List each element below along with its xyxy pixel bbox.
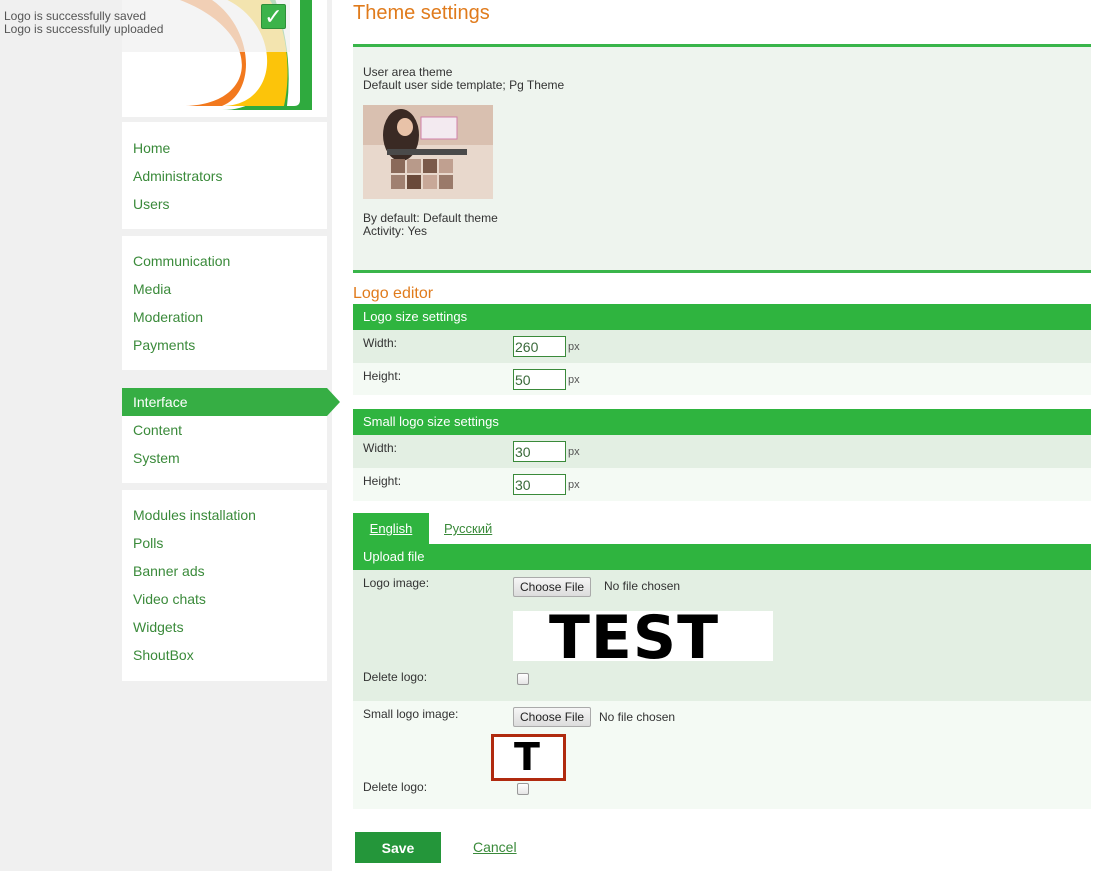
sidebar-item-system[interactable]: System: [122, 444, 327, 472]
sidebar-group-interface: Interface Content System: [122, 388, 340, 483]
delete-logo-label: Delete logo:: [363, 670, 428, 684]
px-unit: px: [568, 374, 580, 386]
logo-height-row: Height: px: [353, 363, 1091, 395]
theme-info-panel: User area theme Default user side templa…: [353, 44, 1091, 273]
upload-file-header: Upload file: [353, 544, 1091, 570]
delete-logo-checkbox[interactable]: [517, 673, 529, 685]
sidebar-item-modules-installation[interactable]: Modules installation: [122, 501, 327, 529]
small-logo-height-input[interactable]: [513, 474, 566, 495]
logo-preview-text: TEST: [549, 611, 720, 661]
sidebar-item-video-chats[interactable]: Video chats: [122, 585, 327, 613]
theme-preview-thumbnail[interactable]: [363, 105, 493, 199]
sidebar-item-shoutbox[interactable]: ShoutBox: [122, 641, 327, 669]
sidebar-group-main: Home Administrators Users: [122, 122, 327, 229]
small-logo-height-label: Height:: [363, 474, 402, 488]
sidebar-item-users[interactable]: Users: [122, 190, 327, 218]
page-title: Theme settings: [353, 2, 490, 24]
logo-width-input[interactable]: [513, 336, 566, 357]
checkmark-icon: ✓: [261, 4, 286, 29]
small-logo-image-label: Small logo image:: [363, 707, 459, 721]
small-logo-width-label: Width:: [363, 441, 398, 455]
small-logo-width-row: Width: px: [353, 435, 1091, 468]
sidebar-item-payments[interactable]: Payments: [122, 331, 327, 359]
sidebar-item-banner-ads[interactable]: Banner ads: [122, 557, 327, 585]
choose-file-button[interactable]: Choose File: [513, 577, 592, 597]
tab-russian[interactable]: Русский: [444, 513, 492, 544]
px-unit: px: [568, 341, 580, 353]
logo-image-row: Logo image: Choose File No file chosen T…: [353, 570, 1091, 701]
logo-height-label: Height:: [363, 369, 402, 383]
logo-width-label: Width:: [363, 336, 398, 350]
sidebar-group-communication: Communication Media Moderation Payments: [122, 236, 327, 370]
small-logo-preview: T: [491, 734, 566, 781]
notification-banner: Logo is successfully saved Logo is succe…: [0, 0, 290, 52]
small-logo-height-row: Height: px: [353, 468, 1091, 501]
logo-width-row: Width: px: [353, 330, 1091, 363]
logo-editor-title: Logo editor: [353, 285, 434, 302]
sidebar-item-communication[interactable]: Communication: [122, 247, 327, 275]
logo-image-label: Logo image:: [363, 576, 430, 590]
sidebar-item-home[interactable]: Home: [122, 134, 327, 162]
sidebar-group-modules: Modules installation Polls Banner ads Vi…: [122, 490, 327, 681]
logo-size-header: Logo size settings: [353, 304, 1091, 330]
language-tabs: English Русский: [353, 513, 1091, 544]
cancel-link[interactable]: Cancel: [473, 839, 517, 855]
small-logo-size-header: Small logo size settings: [353, 409, 1091, 435]
delete-small-logo-label: Delete logo:: [363, 780, 428, 794]
choose-small-file-button[interactable]: Choose File: [513, 707, 592, 727]
logo-preview: TEST: [513, 611, 773, 661]
small-logo-image-row: Small logo image: Choose File No file ch…: [353, 701, 1091, 809]
sidebar-item-content[interactable]: Content: [122, 416, 327, 444]
sidebar-item-moderation[interactable]: Moderation: [122, 303, 327, 331]
theme-template: Default user side template; Pg Theme: [363, 78, 565, 92]
px-unit: px: [568, 479, 580, 491]
sidebar-item-media[interactable]: Media: [122, 275, 327, 303]
small-logo-width-input[interactable]: [513, 441, 566, 462]
px-unit: px: [568, 446, 580, 458]
sidebar-item-widgets[interactable]: Widgets: [122, 613, 327, 641]
theme-activity: Activity: Yes: [363, 224, 428, 238]
delete-small-logo-checkbox[interactable]: [517, 783, 529, 795]
sidebar-item-polls[interactable]: Polls: [122, 529, 327, 557]
save-button[interactable]: Save: [355, 832, 441, 863]
sidebar-item-interface[interactable]: Interface: [122, 388, 340, 416]
no-file-chosen-text: No file chosen: [604, 579, 681, 593]
notification-message: Logo is successfully uploaded: [4, 22, 164, 36]
small-logo-preview-text: T: [514, 735, 540, 779]
no-file-chosen-text: No file chosen: [599, 710, 676, 724]
sidebar-item-administrators[interactable]: Administrators: [122, 162, 327, 190]
tab-english[interactable]: English: [353, 513, 429, 544]
logo-height-input[interactable]: [513, 369, 566, 390]
